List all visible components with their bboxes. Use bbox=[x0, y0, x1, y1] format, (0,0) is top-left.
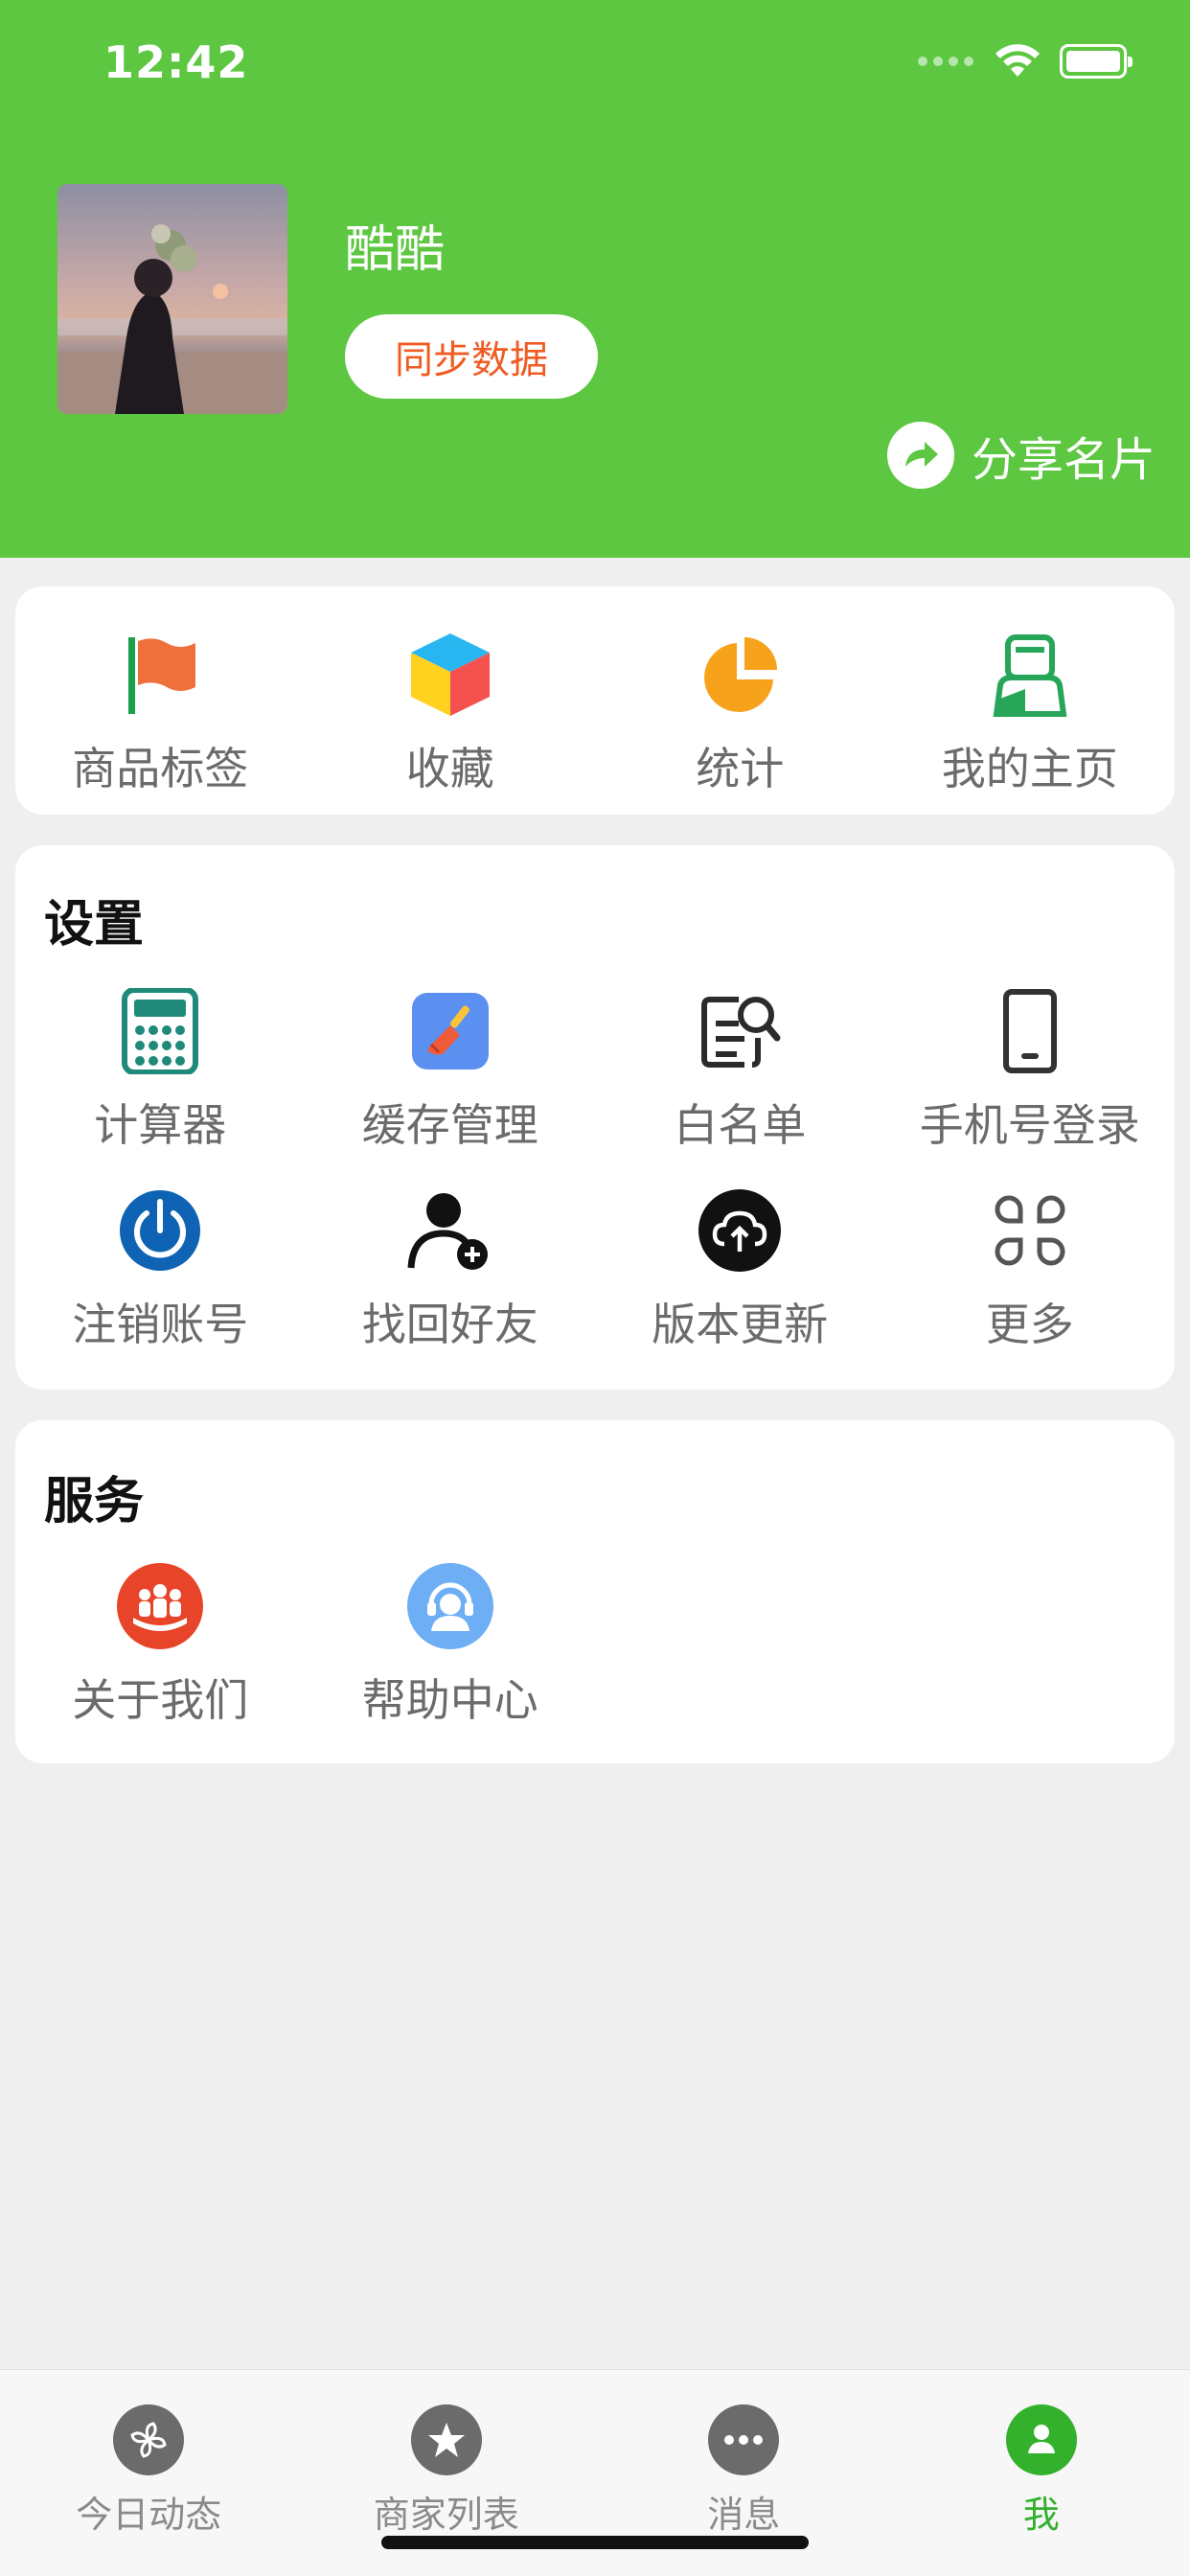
username: 酷酷 bbox=[345, 221, 446, 279]
pinwheel-icon bbox=[113, 2404, 185, 2475]
services-item-label: 关于我们 bbox=[72, 1674, 249, 1726]
phone-icon bbox=[984, 985, 1076, 1077]
status-icons bbox=[918, 44, 1133, 79]
share-arrow-icon bbox=[886, 422, 954, 489]
settings-item-label: 找回好友 bbox=[361, 1299, 538, 1350]
wifi-icon bbox=[995, 44, 1040, 77]
tab-label: 我 bbox=[1022, 2494, 1060, 2536]
quick-actions-card: 商品标签 收藏 统计 我的主页 bbox=[15, 586, 1175, 815]
sync-data-button[interactable]: 同步数据 bbox=[345, 314, 598, 399]
tab-label: 今日动态 bbox=[76, 2494, 222, 2536]
share-card-label: 分享名片 bbox=[971, 433, 1156, 487]
flag-icon bbox=[114, 629, 206, 721]
settings-title: 设置 bbox=[44, 896, 145, 954]
home-indicator bbox=[381, 2536, 809, 2549]
settings-item-label: 手机号登录 bbox=[919, 1099, 1140, 1151]
settings-item-version-update[interactable]: 版本更新 bbox=[595, 1184, 885, 1353]
settings-item-label: 缓存管理 bbox=[361, 1099, 538, 1151]
settings-card: 设置 计算器 缓存管理 白名单 手机号登录 注销账号 找回好友 版本更新 更多 bbox=[15, 845, 1175, 1390]
services-item-label: 帮助中心 bbox=[361, 1674, 538, 1726]
power-icon bbox=[114, 1184, 206, 1276]
signal-icon bbox=[918, 57, 973, 66]
share-card-button[interactable]: 分享名片 bbox=[886, 422, 1156, 489]
quick-item-label: 收藏 bbox=[405, 743, 494, 794]
cloud-upload-icon bbox=[694, 1184, 786, 1276]
pie-chart-icon bbox=[694, 629, 786, 721]
tab-me[interactable]: 我 bbox=[893, 2370, 1190, 2576]
settings-item-label: 计算器 bbox=[94, 1099, 227, 1151]
broom-icon bbox=[404, 985, 496, 1077]
settings-item-cache-management[interactable]: 缓存管理 bbox=[306, 985, 596, 1154]
cube-icon bbox=[404, 629, 496, 721]
person-icon bbox=[1005, 2404, 1077, 2475]
chat-dots-icon bbox=[708, 2404, 780, 2475]
command-icon bbox=[984, 1184, 1076, 1276]
tab-label: 商家列表 bbox=[373, 2494, 519, 2536]
status-time: 12:42 bbox=[103, 36, 249, 88]
avatar-photo bbox=[57, 184, 287, 414]
star-icon bbox=[410, 2404, 482, 2475]
quick-item-statistics[interactable]: 统计 bbox=[595, 629, 885, 797]
settings-item-calculator[interactable]: 计算器 bbox=[15, 985, 306, 1154]
settings-item-more[interactable]: 更多 bbox=[885, 1184, 1176, 1353]
quick-item-product-tags[interactable]: 商品标签 bbox=[15, 629, 306, 797]
tab-today-updates[interactable]: 今日动态 bbox=[0, 2370, 298, 2576]
services-item-about-us[interactable]: 关于我们 bbox=[15, 1560, 306, 1729]
avatar[interactable] bbox=[57, 184, 287, 414]
settings-item-label: 版本更新 bbox=[652, 1299, 829, 1350]
quick-item-favorites[interactable]: 收藏 bbox=[306, 629, 596, 797]
services-title: 服务 bbox=[44, 1473, 145, 1530]
services-item-help-center[interactable]: 帮助中心 bbox=[306, 1560, 596, 1729]
add-user-icon bbox=[404, 1184, 496, 1276]
group-icon bbox=[114, 1560, 206, 1652]
battery-icon bbox=[1060, 44, 1133, 79]
settings-item-label: 注销账号 bbox=[72, 1299, 249, 1350]
headset-icon bbox=[404, 1560, 496, 1652]
profile-header: 12:42 酷酷 同步数据 分享名片 bbox=[0, 0, 1190, 558]
settings-item-label: 更多 bbox=[985, 1299, 1074, 1350]
services-card: 服务 关于我们 帮助中心 bbox=[15, 1420, 1175, 1763]
settings-item-deactivate-account[interactable]: 注销账号 bbox=[15, 1184, 306, 1353]
settings-item-find-friends[interactable]: 找回好友 bbox=[306, 1184, 596, 1353]
quick-item-label: 我的主页 bbox=[941, 743, 1118, 794]
settings-item-label: 白名单 bbox=[674, 1099, 807, 1151]
quick-item-label: 商品标签 bbox=[72, 743, 249, 794]
settings-item-whitelist[interactable]: 白名单 bbox=[595, 985, 885, 1154]
tab-label: 消息 bbox=[707, 2494, 781, 2536]
settings-item-phone-login[interactable]: 手机号登录 bbox=[885, 985, 1176, 1154]
document-search-icon bbox=[694, 985, 786, 1077]
quick-item-label: 统计 bbox=[696, 743, 785, 794]
calculator-icon bbox=[114, 985, 206, 1077]
quick-item-my-homepage[interactable]: 我的主页 bbox=[885, 629, 1176, 797]
user-page-icon bbox=[984, 629, 1076, 721]
